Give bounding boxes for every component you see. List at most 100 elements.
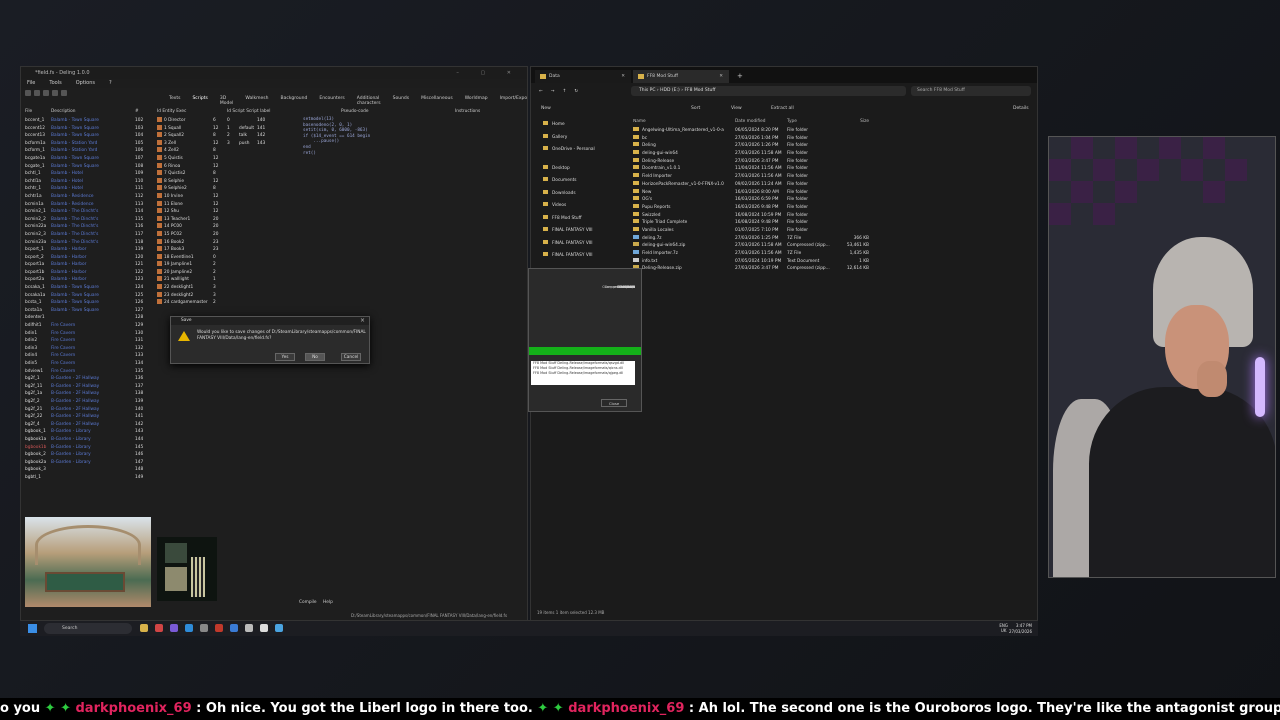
- list-item[interactable]: bgbtl_1 149: [25, 474, 147, 482]
- tab-data[interactable]: Data ✕: [535, 70, 631, 83]
- list-item[interactable]: bg2f_2 B-Garden - 2F Hallway 139: [25, 398, 147, 406]
- list-item[interactable]: bcport1a Balamb - Harbor 121: [25, 261, 147, 269]
- list-item[interactable]: 3 Zell 12: [157, 139, 223, 148]
- list-item[interactable]: bg2f_4 B-Garden - 2F Hallway 142: [25, 421, 147, 429]
- app-icon[interactable]: [245, 624, 253, 632]
- list-item[interactable]: 13 Teacher1 20: [157, 215, 223, 224]
- entity-list[interactable]: 0 Director 6 1 Squall 12 2 Squall2 8 3 Zell 12 4…: [157, 117, 223, 312]
- tab-texts[interactable]: Texts: [169, 96, 180, 103]
- list-item[interactable]: bdenter1 128: [25, 314, 147, 322]
- nav-item[interactable]: Desktop: [531, 163, 623, 176]
- list-item[interactable]: 2 Squall2 8: [157, 132, 223, 140]
- list-item[interactable]: bcmin2_2 Balamb - The Dincht's 115: [25, 216, 147, 224]
- list-item[interactable]: 18 Eventline1 0: [157, 253, 223, 262]
- list-item[interactable]: bcport_1 Balamb - Harbor 119: [25, 246, 147, 254]
- menu-item[interactable]: Tools: [49, 79, 61, 88]
- tab-walkmesh[interactable]: Walkmesh: [245, 96, 268, 103]
- file-row[interactable]: Doomtrain_v1.0.1 11/04/2024 11:56 AM File …: [631, 165, 1031, 173]
- list-item[interactable]: 0 Director 6: [157, 117, 223, 125]
- list-item[interactable]: bdin2 Fire Cavern 131: [25, 337, 147, 345]
- file-row[interactable]: bc 27/03/2026 1:04 PM File folder: [631, 134, 1031, 143]
- list-item[interactable]: bcmin2_1 Balamb - The Dincht's 114: [25, 208, 147, 216]
- tab-additional-characters[interactable]: Additional characters: [357, 96, 381, 106]
- list-item[interactable]: bg2f_21 B-Garden - 2F Hallway 140: [25, 406, 147, 414]
- list-item[interactable]: 23 desklight2 3: [157, 291, 223, 300]
- forward-icon[interactable]: →: [551, 89, 555, 94]
- list-item[interactable]: bg2f_1 B-Garden - 2F Hallway 136: [25, 375, 147, 383]
- menu-item[interactable]: Options: [76, 79, 95, 88]
- file-row[interactable]: Deling 27/03/2026 1:26 PM File folder: [631, 142, 1031, 150]
- save-as-icon[interactable]: [43, 89, 49, 96]
- list-item[interactable]: bg2f_11 B-Garden - 2F Hallway 137: [25, 383, 147, 391]
- list-item[interactable]: 1 default 141: [227, 125, 297, 133]
- nav-item[interactable]: Downloads: [531, 188, 623, 201]
- list-item[interactable]: bgbook_1 B-Garden - Library 143: [25, 428, 147, 436]
- list-item[interactable]: bgbook1a B-Garden - Library 144: [25, 436, 147, 444]
- file-row[interactable]: OG's 16/03/2026 6:59 PM File folder: [631, 196, 1031, 204]
- list-item[interactable]: bcgate1a Balamb - Town Square 107: [25, 155, 147, 163]
- tab-worldmap[interactable]: Worldmap: [465, 96, 488, 103]
- nav-item[interactable]: FINAL FANTASY VIII: [531, 250, 623, 263]
- app-icon[interactable]: [170, 624, 178, 632]
- list-item[interactable]: bcsaka1a Balamb - Town Square 125: [25, 292, 147, 300]
- list-item[interactable]: 0 140: [227, 117, 297, 125]
- list-item[interactable]: 7 Quistis2 8: [157, 170, 223, 178]
- file-row[interactable]: Triple Triad Complete 16/08/2024 9:48 PM F…: [631, 219, 1031, 227]
- list-item[interactable]: bcsaka_1 Balamb - Town Square 124: [25, 284, 147, 292]
- nav-item[interactable]: FINAL FANTASY VIII: [531, 238, 623, 251]
- menu-item[interactable]: ?: [109, 79, 112, 88]
- tab-ff8-mod-stuff[interactable]: FF8 Mod Stuff ✕: [633, 70, 729, 83]
- list-item[interactable]: bcform_1 Balamb - Station Yard 106: [25, 147, 147, 155]
- list-item[interactable]: 9 Selphie2 8: [157, 185, 223, 193]
- tab-background[interactable]: Background: [281, 96, 308, 103]
- nav-item[interactable]: FINAL FANTASY VIII: [531, 225, 623, 238]
- back-icon[interactable]: ←: [539, 89, 543, 94]
- file-row[interactable]: Pupu Reports 16/03/2026 9:48 PM File folde…: [631, 203, 1031, 212]
- list-item[interactable]: bdin5 Fire Cavern 134: [25, 360, 147, 368]
- search-input[interactable]: Search FF8 Mod Stuff: [911, 86, 1031, 96]
- close-button[interactable]: Close: [601, 399, 627, 407]
- view-button[interactable]: View: [731, 103, 742, 115]
- list-item[interactable]: bcmin1a Balamb - Residence 113: [25, 201, 147, 209]
- list-item[interactable]: bgbook2a B-Garden - Library 147: [25, 459, 147, 467]
- app-icon[interactable]: [155, 624, 163, 632]
- file-row[interactable]: Swizzled 16/08/2024 10:59 PM File folder: [631, 211, 1031, 220]
- window-controls[interactable]: – ▢ ✕: [456, 67, 521, 79]
- list-item[interactable]: bccent13 Balamb - Town Square 104: [25, 132, 147, 140]
- windows-start-icon[interactable]: [28, 624, 37, 633]
- refresh-icon[interactable]: ↻: [574, 89, 578, 94]
- tab-sounds[interactable]: Sounds: [393, 96, 410, 103]
- list-item[interactable]: bgbook_3 148: [25, 466, 147, 474]
- list-item[interactable]: bdin3 Fire Cavern 132: [25, 345, 147, 353]
- list-item[interactable]: bg2f_1a B-Garden - 2F Hallway 138: [25, 390, 147, 398]
- column-header[interactable]: Type: [787, 119, 839, 127]
- yes-button[interactable]: Yes: [275, 353, 295, 361]
- list-item[interactable]: bdifhit1 Fire Cavern 129: [25, 322, 147, 330]
- list-item[interactable]: bcform1a Balamb - Station Yard 105: [25, 140, 147, 148]
- up-icon[interactable]: ↑: [563, 89, 567, 94]
- tab-miscellaneous[interactable]: Miscellaneous: [421, 96, 453, 103]
- script-list[interactable]: 0 140 1 default 141 2 talk 142 3 push 143: [227, 117, 297, 157]
- language-indicator[interactable]: ENG UK: [999, 623, 1008, 633]
- file-row[interactable]: deling-gui-win64 27/03/2026 11:58 AM File …: [631, 150, 1031, 158]
- list-item[interactable]: bcsta_1 Balamb - Town Square 126: [25, 299, 147, 307]
- nav-item[interactable]: OneDrive - Personal: [531, 144, 623, 157]
- file-row[interactable]: Deling-Release.zip 27/03/2026 3:47 PM Comp…: [631, 265, 1031, 273]
- close-tab-icon[interactable]: ✕: [719, 70, 723, 83]
- list-item[interactable]: bcgate_1 Balamb - Town Square 108: [25, 163, 147, 171]
- app-icon[interactable]: [275, 624, 283, 632]
- no-button[interactable]: No: [305, 353, 325, 361]
- file-row[interactable]: Deling-Release 27/03/2026 3:47 PM File fol…: [631, 157, 1031, 166]
- compile-button[interactable]: Compile: [299, 600, 317, 605]
- file-row[interactable]: HorizonPackRemaster_v1-0-FFNX-v1.0 09/02/…: [631, 180, 1031, 189]
- list-item[interactable]: 12 Shu 12: [157, 208, 223, 216]
- file-row[interactable]: New 16/03/2026 8:00 AM File folder: [631, 188, 1031, 197]
- app-icon[interactable]: [260, 624, 268, 632]
- list-item[interactable]: bccent12 Balamb - Town Square 103: [25, 125, 147, 133]
- nav-item[interactable]: Gallery: [531, 132, 623, 145]
- column-header[interactable]: Name: [631, 119, 735, 127]
- list-item[interactable]: 8 Selphie 12: [157, 177, 223, 186]
- list-item[interactable]: bcsta1a Balamb - Town Square 127: [25, 307, 147, 315]
- clock[interactable]: 3:47 PM 27/03/2026: [1009, 623, 1032, 634]
- address-bar[interactable]: This PC › HDD (E:) › FF8 Mod Stuff: [631, 86, 906, 96]
